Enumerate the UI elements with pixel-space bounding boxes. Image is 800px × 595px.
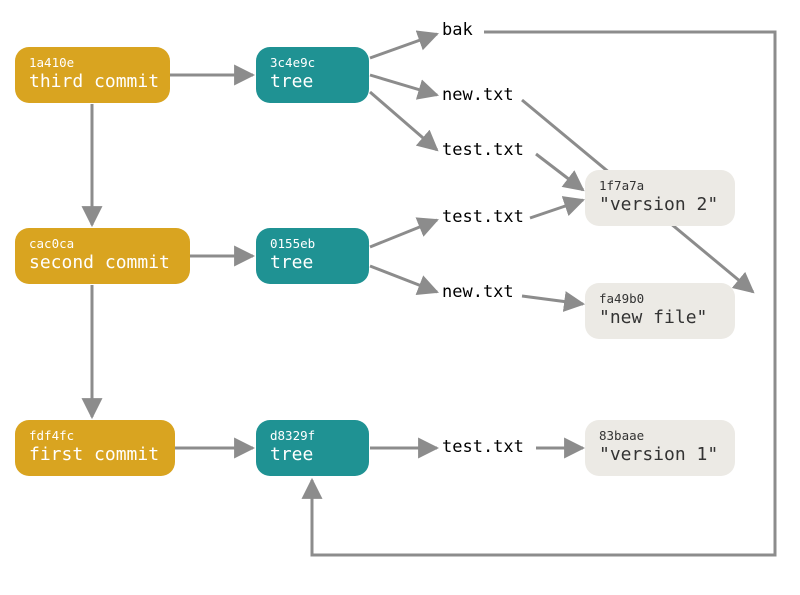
- edge-testtxt2-to-version2: [530, 200, 583, 218]
- blob-hash: 83baae: [599, 428, 721, 444]
- tree-hash: 0155eb: [270, 236, 355, 252]
- commit-hash: cac0ca: [29, 236, 176, 252]
- tree-hash: d8329f: [270, 428, 355, 444]
- blob-label: "version 1": [599, 444, 721, 467]
- edge-label-test-txt-1: test.txt: [440, 140, 526, 160]
- blob-label: "new file": [599, 307, 721, 330]
- edge-label-new-txt-1: new.txt: [440, 85, 516, 105]
- blob-version2: 1f7a7a "version 2": [585, 170, 735, 226]
- edge-label-bak: bak: [440, 20, 475, 40]
- blob-label: "version 2": [599, 194, 721, 217]
- edge-tree2-testtxt-start: [370, 220, 437, 247]
- commit-label: third commit: [29, 71, 156, 94]
- edge-newtxt2-to-newfile: [522, 296, 583, 304]
- commit-label: first commit: [29, 444, 161, 467]
- commit-label: second commit: [29, 252, 176, 275]
- edge-label-test-txt-3: test.txt: [440, 437, 526, 457]
- edge-label-new-txt-2: new.txt: [440, 282, 516, 302]
- commit-hash: 1a410e: [29, 55, 156, 71]
- tree-label: tree: [270, 252, 355, 275]
- edge-tree3-bak-start: [370, 34, 437, 58]
- edge-label-test-txt-2: test.txt: [440, 207, 526, 227]
- edge-tree3-newtxt-start: [370, 75, 437, 95]
- tree-3c4e9c: 3c4e9c tree: [256, 47, 369, 103]
- git-objects-diagram: 1a410e third commit cac0ca second commit…: [0, 0, 800, 595]
- commit-first: fdf4fc first commit: [15, 420, 175, 476]
- blob-newfile: fa49b0 "new file": [585, 283, 735, 339]
- tree-label: tree: [270, 444, 355, 467]
- tree-0155eb: 0155eb tree: [256, 228, 369, 284]
- commit-hash: fdf4fc: [29, 428, 161, 444]
- blob-hash: 1f7a7a: [599, 178, 721, 194]
- commit-second: cac0ca second commit: [15, 228, 190, 284]
- blob-hash: fa49b0: [599, 291, 721, 307]
- edge-tree3-testtxt-start: [370, 92, 437, 150]
- edge-tree2-newtxt-start: [370, 266, 437, 292]
- edge-testtxt3-to-version2: [536, 154, 583, 190]
- blob-version1: 83baae "version 1": [585, 420, 735, 476]
- tree-hash: 3c4e9c: [270, 55, 355, 71]
- commit-third: 1a410e third commit: [15, 47, 170, 103]
- tree-d8329f: d8329f tree: [256, 420, 369, 476]
- tree-label: tree: [270, 71, 355, 94]
